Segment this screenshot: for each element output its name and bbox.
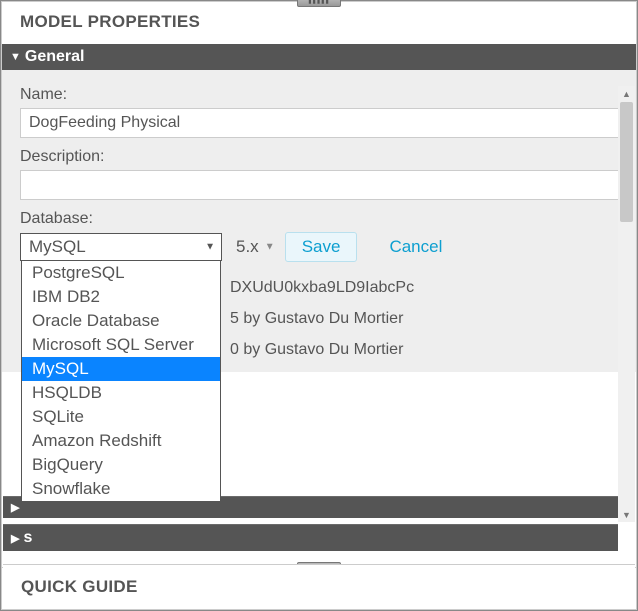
database-option[interactable]: Snowflake [22,477,220,501]
name-label: Name: [20,86,622,104]
caret-down-icon: ▼ [265,242,275,253]
version-select[interactable]: 5.x ▼ [230,234,277,260]
database-option[interactable]: Oracle Database [22,309,220,333]
version-selected-value: 5.x [236,237,259,256]
database-selected-value: MySQL [29,237,86,256]
database-option[interactable]: BigQuery [22,453,220,477]
name-input[interactable] [20,108,622,138]
cancel-button[interactable]: Cancel [379,233,452,261]
database-option[interactable]: HSQLDB [22,381,220,405]
section-collapsed-2-title: s [23,529,32,547]
database-option[interactable]: PostgreSQL [22,261,220,285]
panel-title: MODEL PROPERTIES [2,2,636,44]
chevron-down-icon: ▼ [10,51,21,63]
section-general-header[interactable]: ▼ General [2,44,636,70]
scrollbar-vertical[interactable]: ▲ ▼ [618,86,635,522]
section-general-title: General [25,48,85,66]
database-option[interactable]: MySQL [22,357,220,381]
caret-down-icon: ▼ [205,242,215,253]
database-select[interactable]: MySQL ▼ [20,233,222,261]
chevron-right-icon: ▶ [11,532,19,545]
quick-guide-title: QUICK GUIDE [3,564,635,609]
resize-grip-top[interactable]: ▮▮▮▮▮ [297,0,341,7]
description-input[interactable] [20,170,622,200]
save-button[interactable]: Save [285,232,358,262]
scroll-up-icon[interactable]: ▲ [618,86,635,101]
chevron-right-icon: ▶ [11,501,19,514]
database-label: Database: [20,210,622,228]
database-option[interactable]: Amazon Redshift [22,429,220,453]
database-dropdown-list[interactable]: PostgreSQLIBM DB2Oracle DatabaseMicrosof… [21,260,221,502]
scroll-thumb[interactable] [620,102,633,222]
description-label: Description: [20,148,622,166]
database-option[interactable]: Microsoft SQL Server [22,333,220,357]
database-option[interactable]: IBM DB2 [22,285,220,309]
section-collapsed-2[interactable]: ▶ s [3,524,618,551]
database-option[interactable]: SQLite [22,405,220,429]
scroll-down-icon[interactable]: ▼ [618,507,635,522]
section-general-body: Name: Description: Database: MySQL ▼ 5.x… [2,70,636,372]
